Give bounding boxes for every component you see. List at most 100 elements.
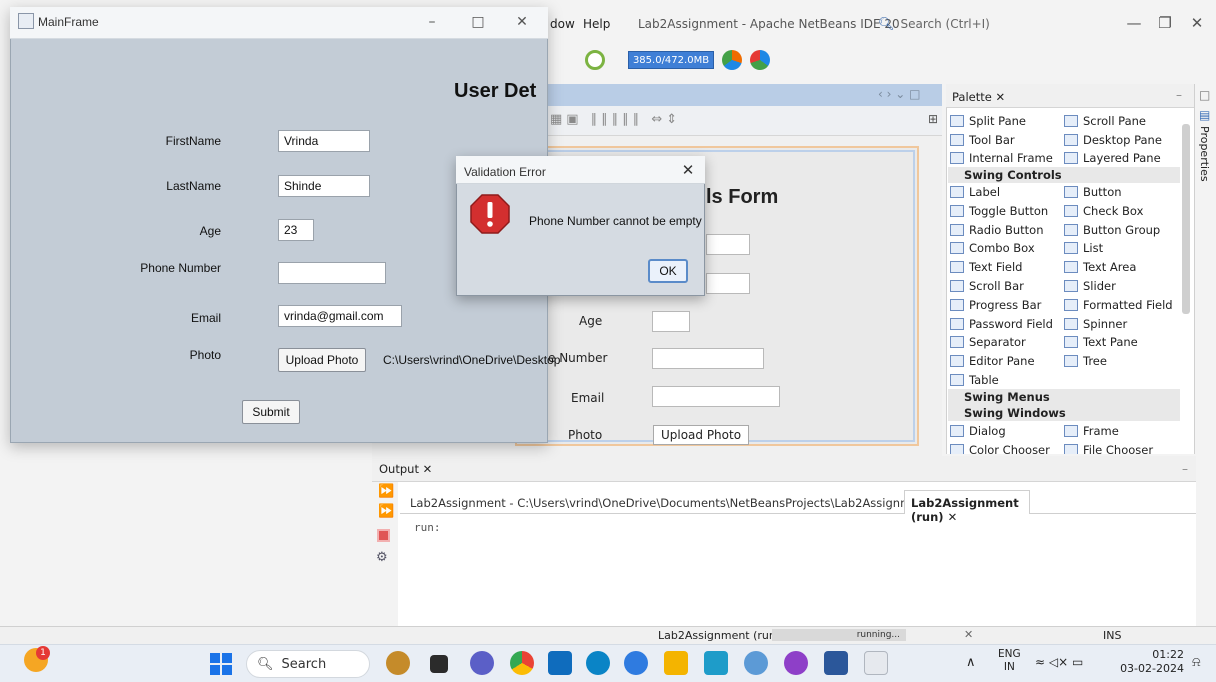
palette-item-label: Dialog	[969, 424, 1006, 438]
email-field[interactable]: vrinda@gmail.com	[278, 305, 402, 327]
palette-item-label: Color Chooser	[969, 443, 1050, 454]
upload-photo-button[interactable]: Upload Photo	[278, 348, 366, 372]
palette-item[interactable]: Frame	[1064, 422, 1119, 440]
notification-bell-icon[interactable]: ⍾	[1192, 655, 1201, 670]
palette-item[interactable]: Label	[950, 183, 1000, 201]
palette-item-label: Button Group	[1083, 222, 1161, 237]
palette-item[interactable]: Combo Box	[950, 239, 1035, 257]
user-details-heading: User Det	[454, 80, 537, 102]
region-code: IN	[1003, 661, 1015, 673]
maximize-icon[interactable]: □	[466, 12, 490, 32]
palette-item[interactable]: Scroll Pane	[1064, 112, 1146, 130]
store-icon[interactable]	[548, 651, 572, 675]
palette-item-icon	[950, 317, 964, 330]
output-subtab-run[interactable]: Lab2Assignment (run) ✕	[904, 490, 1030, 524]
palette-item[interactable]: Split Pane	[950, 112, 1026, 130]
palette-item[interactable]: Password Field	[950, 315, 1053, 333]
chrome-icon[interactable]	[510, 651, 534, 675]
rerun-with-args-icon[interactable]: ⏩	[378, 504, 394, 519]
palette-item[interactable]: Tool Bar	[950, 131, 1015, 149]
lastname-field[interactable]: Shinde	[278, 175, 370, 197]
widget-app-icon[interactable]	[386, 651, 410, 675]
palette-item[interactable]: Internal Frame	[950, 149, 1053, 167]
ok-button[interactable]: OK	[648, 259, 688, 283]
palette-item-label: Separator	[969, 335, 1026, 350]
palette-item[interactable]: Separator	[950, 333, 1026, 351]
taskbar-search[interactable]: 🔍︎ Search	[246, 650, 370, 678]
palette-item[interactable]: Toggle Button	[950, 202, 1048, 220]
palette-item-icon	[950, 280, 964, 292]
network-volume-battery-icon[interactable]: ≈ ◁× ▭	[1035, 655, 1083, 669]
output-subtab-path[interactable]: Lab2Assignment - C:\Users\vrind\OneDrive…	[410, 496, 943, 510]
app-icon-3[interactable]	[784, 651, 808, 675]
palette-item[interactable]: Color Chooser	[950, 441, 1050, 454]
palette-item[interactable]: Table	[950, 371, 999, 389]
palette-item[interactable]: File Chooser	[1064, 441, 1153, 454]
settings-icon[interactable]: ⚙	[376, 550, 388, 565]
maximize-icon[interactable]: □	[1199, 88, 1210, 102]
palette-item[interactable]: Spinner	[1064, 315, 1127, 333]
submit-button[interactable]: Submit	[242, 400, 300, 424]
palette-item-label: Table	[969, 373, 999, 387]
palette-item[interactable]: Text Pane	[1064, 333, 1138, 351]
palette-item[interactable]: Dialog	[950, 422, 1006, 440]
tab-output[interactable]: Output ✕	[379, 462, 432, 476]
edge-icon[interactable]	[586, 651, 610, 675]
java-icon	[18, 13, 34, 29]
app-icon[interactable]	[704, 651, 728, 675]
palette-section-swing-controls[interactable]: Swing Controls	[948, 167, 1180, 183]
rerun-icon[interactable]: ⏩	[378, 484, 394, 499]
palette-item-icon	[950, 298, 964, 311]
stop-icon[interactable]	[377, 529, 390, 542]
palette-item[interactable]: Formatted Field	[1064, 296, 1173, 314]
palette-item-icon	[950, 242, 964, 255]
output-minimize-icon[interactable]: –	[1182, 462, 1188, 476]
teams-chat-icon[interactable]	[470, 651, 494, 675]
palette-scrollbar[interactable]	[1182, 124, 1190, 314]
language-indicator[interactable]: ENG IN	[998, 648, 1021, 674]
word-icon[interactable]	[824, 651, 848, 675]
age-field[interactable]: 23	[278, 219, 314, 241]
palette-item[interactable]: Desktop Pane	[1064, 131, 1162, 149]
palette-item[interactable]: Button Group	[1064, 221, 1160, 239]
palette-item[interactable]: Editor Pane	[950, 352, 1035, 370]
edge-dev-icon[interactable]	[624, 651, 648, 675]
java-app-icon[interactable]	[864, 651, 888, 675]
close-icon[interactable]: ✕	[678, 161, 698, 179]
windows-start-icon[interactable]	[210, 653, 232, 675]
status-cancel-icon[interactable]: ✕	[964, 628, 973, 641]
palette-item-label: Tree	[1083, 354, 1107, 369]
mainframe-title: MainFrame	[38, 15, 99, 29]
photo-path-label: C:\Users\vrind\OneDrive\Desktop	[383, 353, 561, 367]
palette-item-icon	[950, 204, 964, 217]
palette-item-icon	[1064, 425, 1078, 437]
output-sidebar: ⏩ ⏩ ⚙	[372, 482, 398, 626]
palette-section-swing-menus[interactable]: Swing Menus	[948, 389, 1180, 405]
file-explorer-icon[interactable]	[664, 651, 688, 675]
minimize-icon[interactable]: –	[420, 12, 444, 32]
close-icon[interactable]: ✕	[510, 12, 534, 32]
tab-properties[interactable]: Properties	[1198, 126, 1211, 182]
clock[interactable]: 01:22 03-02-2024	[1120, 648, 1184, 676]
palette-section-swing-windows[interactable]: Swing Windows	[948, 405, 1180, 421]
palette-item-label: Text Pane	[1083, 335, 1138, 350]
status-task[interactable]: Lab2Assignment (run)	[658, 629, 780, 642]
palette-item[interactable]: List	[1064, 239, 1103, 257]
palette-item[interactable]: Button	[1064, 183, 1122, 201]
palette-item[interactable]: Scroll Bar	[950, 277, 1024, 295]
chevron-up-icon[interactable]: ∧	[966, 655, 976, 670]
palette-item-icon	[950, 444, 964, 454]
palette-item[interactable]: Slider	[1064, 277, 1116, 295]
palette-item[interactable]: Text Area	[1064, 258, 1136, 276]
status-bar: Lab2Assignment (run) ✕ INS	[0, 626, 1216, 644]
palette-item[interactable]: Progress Bar	[950, 296, 1041, 314]
palette-item[interactable]: Check Box	[1064, 202, 1143, 220]
app-icon-2[interactable]	[744, 651, 768, 675]
task-view-icon[interactable]	[430, 655, 448, 673]
palette-item[interactable]: Text Field	[950, 258, 1022, 276]
firstname-field[interactable]: Vrinda	[278, 130, 370, 152]
palette-item[interactable]: Layered Pane	[1064, 149, 1161, 167]
palette-item[interactable]: Tree	[1064, 352, 1107, 370]
palette-item[interactable]: Radio Button	[950, 221, 1044, 239]
phone-field[interactable]	[278, 262, 386, 284]
